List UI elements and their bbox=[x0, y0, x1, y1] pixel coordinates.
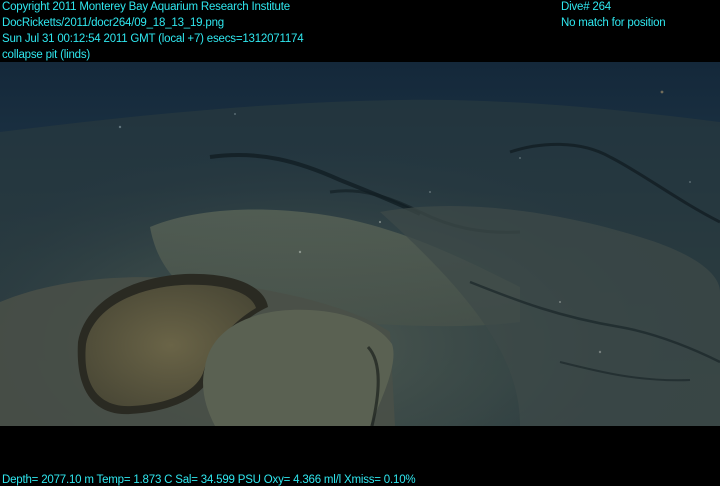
seafloor-scene bbox=[0, 62, 720, 426]
marine-snow-particle bbox=[559, 301, 561, 303]
header-right-text-block: Dive# 264 No match for position bbox=[561, 0, 666, 31]
marine-snow-particle bbox=[118, 125, 122, 129]
marine-snow-particle bbox=[298, 250, 302, 254]
video-frame: Copyright 2011 Monterey Bay Aquarium Res… bbox=[0, 0, 720, 486]
timestamp-line: Sun Jul 31 00:12:54 2011 GMT (local +7) … bbox=[2, 33, 304, 45]
marine-snow-particle bbox=[234, 113, 236, 115]
marine-snow-particle bbox=[598, 350, 602, 354]
sensor-readout-line: Depth= 2077.10 m Temp= 1.873 C Sal= 34.5… bbox=[2, 474, 416, 486]
marine-snow-particle bbox=[429, 191, 431, 193]
marine-snow-particle bbox=[519, 157, 521, 159]
marine-snow-particle bbox=[660, 90, 664, 94]
marine-snow-particle bbox=[378, 220, 382, 224]
marine-snow-particle bbox=[689, 181, 691, 183]
annotation-line: collapse pit (linds) bbox=[2, 49, 91, 61]
header-left-text-block: Copyright 2011 Monterey Bay Aquarium Res… bbox=[2, 0, 304, 63]
dive-number-line: Dive# 264 bbox=[561, 1, 611, 13]
image-path-line: DocRicketts/2011/docr264/09_18_13_19.png bbox=[2, 17, 224, 29]
position-status-line: No match for position bbox=[561, 17, 666, 29]
copyright-line: Copyright 2011 Monterey Bay Aquarium Res… bbox=[2, 1, 290, 13]
lava-pillar-foreground bbox=[203, 309, 394, 426]
